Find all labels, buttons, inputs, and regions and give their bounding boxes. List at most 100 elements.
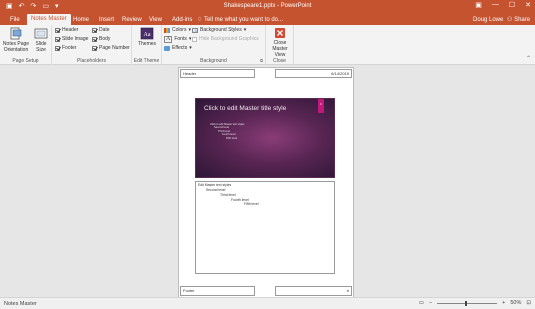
fonts-label: Fonts bbox=[174, 36, 187, 42]
edit-theme-label: Edit Theme bbox=[133, 58, 160, 64]
notes-master-page: Header 6/14/2019 Click to edit Master ti… bbox=[178, 67, 354, 299]
footer-checkbox[interactable]: Footer bbox=[55, 45, 76, 52]
effects-label: Effects bbox=[172, 45, 188, 51]
checkbox-icon bbox=[92, 28, 97, 33]
group-edit-theme: Aa Themes Edit Theme bbox=[132, 25, 162, 65]
editing-canvas: Header 6/14/2019 Click to edit Master ti… bbox=[0, 65, 535, 299]
zoom-slider-knob[interactable] bbox=[465, 300, 468, 306]
group-page-setup: Notes Page Orientation Slide Size Page S… bbox=[0, 25, 52, 65]
slide-body-text: Click to edit Master text styles Second … bbox=[210, 123, 244, 140]
fit-to-window-icon[interactable]: ⊡ bbox=[526, 300, 531, 306]
group-background: Colors ▾ A Fonts ▾ Effects ▾ Background Sty… bbox=[162, 25, 266, 65]
slide-image-placeholder[interactable]: Click to edit Master title style # Click… bbox=[195, 98, 335, 178]
page-setup-label: Page Setup bbox=[12, 58, 39, 64]
close-master-view-icon bbox=[275, 28, 285, 38]
fonts-dropdown[interactable]: A Fonts ▾ bbox=[164, 36, 191, 43]
slide-image-checkbox-label: Slide Image bbox=[62, 36, 89, 42]
slide-size-label: Slide Size bbox=[35, 41, 47, 53]
orientation-label: Notes Page Orientation bbox=[2, 41, 30, 53]
zoom-level[interactable]: 50% bbox=[510, 300, 521, 306]
tab-view[interactable]: View bbox=[145, 15, 166, 25]
background-styles-label: Background Styles bbox=[200, 27, 242, 33]
header-text: Header bbox=[183, 71, 197, 76]
header-checkbox[interactable]: Header bbox=[55, 27, 78, 34]
close-master-view-button[interactable]: Close Master View bbox=[267, 27, 293, 58]
header-checkbox-label: Header bbox=[62, 27, 79, 33]
effects-dropdown[interactable]: Effects ▾ bbox=[164, 45, 192, 52]
status-mode: Notes Master bbox=[4, 301, 37, 307]
status-bar: Notes Master ▭ − + 50% ⊡ bbox=[0, 297, 535, 309]
tell-me-search[interactable]: ♢ Tell me what you want to do... bbox=[197, 15, 283, 25]
notes-level-5: Fifth level bbox=[244, 202, 259, 206]
themes-label: Themes bbox=[137, 41, 157, 47]
placeholders-label: Placeholders bbox=[77, 58, 106, 64]
checkbox-icon bbox=[55, 37, 60, 42]
colors-label: Colors bbox=[172, 27, 187, 33]
share-icon: ⚇ bbox=[507, 17, 513, 23]
slide-body-level-5: Fifth level bbox=[226, 136, 238, 140]
tab-file[interactable]: File bbox=[6, 15, 24, 25]
tab-add-ins[interactable]: Add-ins bbox=[168, 15, 196, 25]
ribbon-display-icon[interactable]: ▣ bbox=[475, 1, 482, 9]
hide-background-graphics-label: Hide Background Graphics bbox=[199, 36, 259, 42]
user-name[interactable]: Doug Lowe bbox=[473, 15, 503, 25]
tab-insert[interactable]: Insert bbox=[95, 15, 118, 25]
tab-home[interactable]: Home bbox=[69, 15, 93, 25]
maximize-icon[interactable]: ☐ bbox=[509, 1, 515, 9]
tab-notes-master[interactable]: Notes Master bbox=[27, 14, 71, 25]
background-styles-dropdown[interactable]: Background Styles ▾ bbox=[192, 27, 246, 34]
page-number-checkbox-label: Page Number bbox=[99, 45, 130, 51]
lightbulb-icon: ♢ bbox=[197, 17, 203, 23]
zoom-slider[interactable] bbox=[437, 300, 498, 306]
normal-view-icon[interactable]: ▭ bbox=[419, 300, 424, 306]
page-number-placeholder[interactable]: # bbox=[275, 286, 352, 296]
share-button[interactable]: ⚇ Share bbox=[507, 15, 530, 25]
body-checkbox[interactable]: Body bbox=[92, 36, 110, 43]
notes-body-placeholder[interactable]: Edit Master text styles Second level Thi… bbox=[195, 181, 335, 274]
checkbox-icon bbox=[92, 46, 97, 51]
date-checkbox[interactable]: Date bbox=[92, 27, 110, 34]
page-number-checkbox[interactable]: Page Number bbox=[92, 45, 130, 52]
window-title: Shakespeare1.pptx - PowerPoint bbox=[223, 3, 312, 9]
colors-dropdown[interactable]: Colors ▾ bbox=[164, 27, 191, 34]
fonts-icon: A bbox=[164, 36, 173, 43]
orientation-icon bbox=[10, 27, 22, 40]
zoom-in-icon[interactable]: + bbox=[502, 300, 505, 306]
notes-page-orientation-button[interactable]: Notes Page Orientation bbox=[2, 27, 30, 53]
date-text: 6/14/2019 bbox=[331, 71, 349, 76]
group-placeholders: Header Slide Image Footer Date Body Page… bbox=[52, 25, 132, 65]
header-placeholder[interactable]: Header bbox=[180, 69, 255, 78]
minimize-icon[interactable]: — bbox=[492, 1, 499, 9]
slide-size-button[interactable]: Slide Size bbox=[31, 27, 51, 53]
date-placeholder[interactable]: 6/14/2019 bbox=[275, 69, 352, 78]
checkbox-icon bbox=[55, 46, 60, 51]
status-right: ▭ − + 50% ⊡ bbox=[419, 300, 531, 306]
checkbox-icon bbox=[92, 37, 97, 42]
checkbox-icon bbox=[192, 37, 197, 42]
themes-thumb-text: Aa bbox=[144, 32, 151, 38]
slide-image-checkbox[interactable]: Slide Image bbox=[55, 36, 88, 43]
date-checkbox-label: Date bbox=[99, 27, 110, 33]
hide-background-graphics-checkbox[interactable]: Hide Background Graphics bbox=[192, 36, 259, 43]
themes-button[interactable]: Aa Themes bbox=[135, 27, 159, 47]
body-checkbox-label: Body bbox=[99, 36, 111, 42]
colors-icon bbox=[164, 28, 170, 33]
background-label: Background bbox=[200, 58, 227, 64]
tell-me-text: Tell me what you want to do... bbox=[203, 17, 283, 23]
notes-level-1: Edit Master text styles bbox=[198, 183, 232, 187]
close-group-label: Close bbox=[273, 58, 286, 64]
slide-accent-tab: # bbox=[318, 99, 324, 113]
group-close: Close Master View Close bbox=[266, 25, 294, 65]
footer-placeholder[interactable]: Footer bbox=[180, 286, 255, 296]
close-icon[interactable]: ✕ bbox=[525, 1, 531, 9]
tab-review[interactable]: Review bbox=[118, 15, 146, 25]
page-number-text: # bbox=[346, 288, 349, 293]
collapse-ribbon-icon[interactable]: ⌃ bbox=[526, 55, 531, 62]
chevron-down-icon: ▾ bbox=[188, 27, 191, 33]
zoom-out-icon[interactable]: − bbox=[429, 300, 432, 306]
footer-text: Footer bbox=[183, 288, 195, 293]
notes-level-3: Third level bbox=[220, 193, 236, 197]
close-master-view-label: Close Master View bbox=[272, 40, 288, 58]
themes-icon: Aa bbox=[140, 27, 154, 40]
chevron-down-icon: ▾ bbox=[188, 36, 192, 42]
